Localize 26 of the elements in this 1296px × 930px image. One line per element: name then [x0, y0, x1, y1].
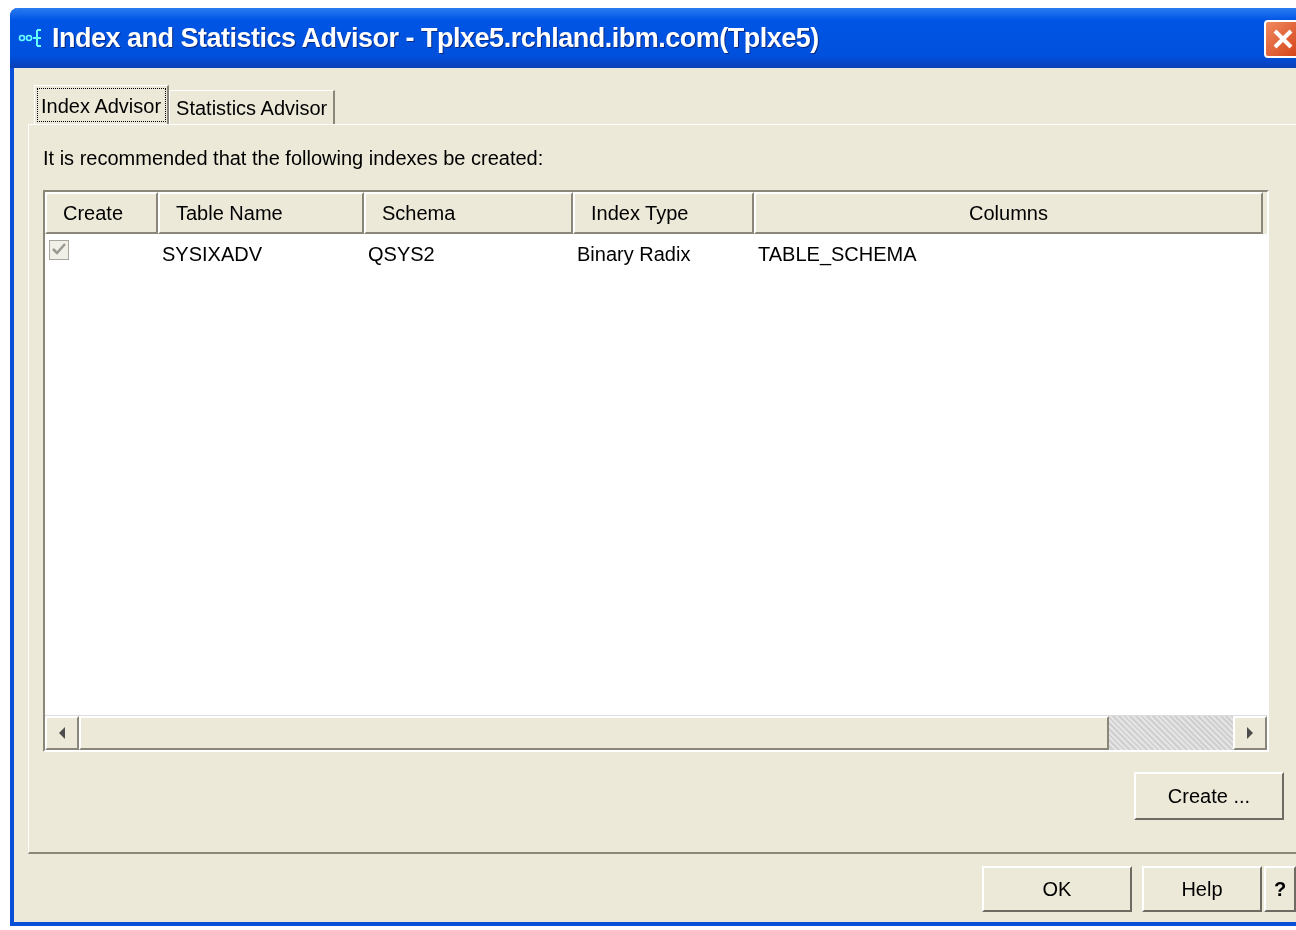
help-button[interactable]: Help	[1142, 866, 1262, 912]
ok-button[interactable]: OK	[982, 866, 1132, 912]
column-header[interactable]: Columns	[754, 192, 1263, 234]
app-icon	[18, 27, 44, 49]
scroll-left-button[interactable]	[45, 716, 79, 750]
right-arrow-icon	[1245, 726, 1255, 740]
create-button[interactable]: Create ...	[1134, 772, 1284, 820]
window-title: Index and Statistics Advisor - Tplxe5.rchland.ibm.com(Tplxe5)	[52, 22, 819, 54]
table-cell-text: QSYS2	[367, 242, 436, 266]
scroll-thumb[interactable]	[79, 716, 1109, 750]
table-cell-text: TABLE_SCHEMA	[757, 242, 918, 266]
scroll-right-button[interactable]	[1233, 716, 1267, 750]
column-header[interactable]: Schema	[364, 192, 573, 234]
tab[interactable]: Index Advisor	[34, 85, 170, 125]
description-text: It is recommended that the following indexes be created:	[43, 147, 545, 170]
column-header[interactable]: Table Name	[158, 192, 364, 234]
left-arrow-icon	[57, 726, 67, 740]
table-cell-text: Binary Radix	[576, 242, 692, 266]
tab[interactable]: Statistics Advisor	[169, 90, 336, 124]
close-button[interactable]	[1264, 20, 1296, 58]
context-help-button[interactable]: ?	[1264, 866, 1296, 912]
table-cell-text: SYSIXADV	[161, 242, 264, 266]
horizontal-scrollbar[interactable]	[45, 715, 1267, 750]
column-header[interactable]: Create	[45, 192, 158, 234]
column-header[interactable]: Index Type	[573, 192, 754, 234]
close-icon	[1272, 28, 1294, 50]
